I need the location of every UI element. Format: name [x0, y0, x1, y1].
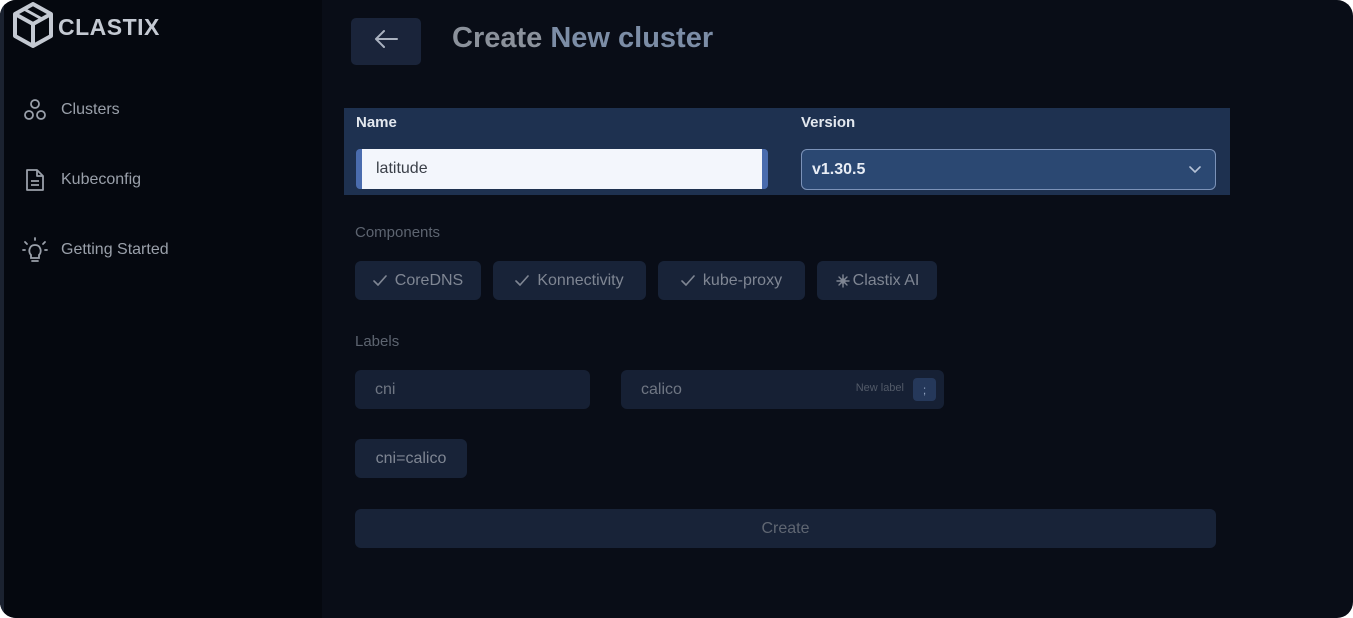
main-content: Create New cluster Name Version v1.30.5 … — [322, 0, 1353, 618]
version-value: v1.30.5 — [812, 160, 866, 178]
check-icon — [372, 275, 387, 286]
component-chip-konnectivity[interactable]: Konnectivity — [493, 261, 646, 300]
clastix-cube-logo-icon — [12, 2, 54, 53]
sidebar: CLASTIX Clusters Kubeconfig Getting Star… — [0, 0, 322, 618]
label-value-input[interactable]: calico New label ; — [621, 370, 944, 409]
sidebar-item-getting-started[interactable]: Getting Started — [22, 237, 169, 263]
label-tag[interactable]: cni=calico — [355, 439, 467, 478]
back-button[interactable] — [351, 18, 421, 65]
new-label-hint: New label — [855, 382, 904, 394]
chip-label: Clastix AI — [852, 271, 920, 289]
labels-label: Labels — [355, 333, 400, 350]
page-title-accent: New cluster — [550, 22, 714, 54]
component-chip-coredns[interactable]: CoreDNS — [355, 261, 481, 300]
label-key-value: cni — [375, 380, 396, 398]
page-title-prefix: Create — [452, 22, 543, 54]
component-chip-kube-proxy[interactable]: kube-proxy — [658, 261, 805, 300]
label-key-input[interactable]: cni — [355, 370, 590, 409]
brand-name: CLASTIX — [58, 14, 160, 40]
sidebar-item-clusters[interactable]: Clusters — [22, 97, 120, 123]
name-input[interactable] — [356, 149, 768, 189]
chevron-down-icon — [1189, 161, 1201, 179]
page-title: Create New cluster — [452, 22, 713, 55]
label-tag-text: cni=calico — [375, 449, 447, 467]
chip-label: kube-proxy — [702, 271, 783, 289]
components-label: Components — [355, 224, 441, 241]
chip-label: Konnectivity — [537, 271, 624, 289]
component-chip-clastix-ai[interactable]: Clastix AI — [817, 261, 937, 300]
sidebar-item-label: Getting Started — [61, 241, 169, 258]
arrow-left-icon — [373, 29, 399, 54]
name-version-form: Name Version v1.30.5 — [344, 108, 1230, 195]
chip-label: CoreDNS — [394, 271, 464, 289]
sidebar-item-kubeconfig[interactable]: Kubeconfig — [22, 167, 141, 193]
sidebar-item-label: Kubeconfig — [61, 171, 142, 188]
clusters-icon — [22, 97, 48, 123]
app-window: CLASTIX Clusters Kubeconfig Getting Star… — [0, 0, 1353, 618]
lightbulb-icon — [22, 237, 48, 263]
name-label: Name — [356, 114, 397, 131]
separator-key-badge: ; — [913, 378, 936, 401]
sidebar-item-label: Clusters — [61, 101, 120, 118]
label-value-value: calico — [641, 380, 682, 398]
create-button-label: Create — [761, 519, 810, 537]
create-button[interactable]: Create — [355, 509, 1216, 548]
document-icon — [22, 167, 48, 193]
brand[interactable]: CLASTIX — [12, 2, 160, 53]
check-icon — [681, 275, 695, 286]
version-label: Version — [801, 114, 856, 131]
version-select[interactable]: v1.30.5 — [801, 149, 1216, 190]
sparkle-icon — [835, 273, 851, 289]
check-icon — [515, 275, 530, 286]
